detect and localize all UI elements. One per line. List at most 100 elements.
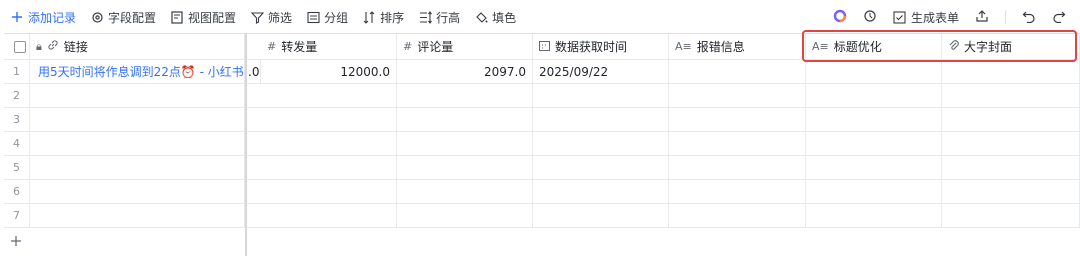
title-optimize-cell[interactable] [806,180,942,203]
form-icon [893,10,907,24]
title-optimize-cell[interactable] [806,108,942,131]
comments-cell[interactable] [397,204,533,227]
row-number: 3 [4,108,30,131]
comments-cell[interactable] [397,156,533,179]
error-info-cell[interactable] [669,180,806,203]
table-row[interactable]: 1 用5天时间将作息调到22点⏰ - 小红书 .0 12000.0 2097.0… [4,60,1080,84]
link-cell[interactable] [30,156,245,179]
error-info-cell[interactable] [669,84,806,107]
link-cell[interactable] [30,180,245,203]
view-config-icon [170,10,184,24]
title-optimize-cell[interactable] [806,60,942,83]
toolbar: 添加记录 字段配置 视图配置 筛选 分组 排序 行高 填色 生成表单 [0,0,1080,34]
table-row[interactable]: 4 [4,132,1080,156]
view-config-button[interactable]: 视图配置 [170,9,236,26]
big-cover-cell[interactable] [942,84,1080,107]
table-row[interactable]: 3 [4,108,1080,132]
repost-cell[interactable] [261,84,397,107]
attachment-icon [948,39,959,54]
field-config-button[interactable]: 字段配置 [90,9,156,26]
error-info-cell[interactable] [669,60,806,83]
link-cell[interactable]: 用5天时间将作息调到22点⏰ - 小红书 [30,60,245,83]
header-link[interactable]: 🔒︎ 链接 [30,34,245,59]
history-icon[interactable] [863,9,877,26]
comments-cell[interactable] [397,84,533,107]
row-number: 7 [4,204,30,227]
data-grid: 🔒︎ 链接 # 转发量 # 评论量 数据获取时间 A≡ 报错信息 A≡ 标题优化… [4,33,1080,256]
date-cell[interactable] [533,132,669,155]
filter-button[interactable]: 筛选 [250,9,292,26]
error-info-cell[interactable] [669,156,806,179]
link-cell[interactable] [30,132,245,155]
date-cell[interactable] [533,108,669,131]
ai-assistant-icon[interactable] [833,9,847,26]
generate-form-button[interactable]: 生成表单 [893,9,959,26]
add-row-button[interactable] [4,229,1080,253]
error-info-cell[interactable] [669,108,806,131]
title-optimize-cell[interactable] [806,132,942,155]
comments-cell[interactable] [397,108,533,131]
table-row[interactable]: 5 [4,156,1080,180]
header-big-cover[interactable]: 大字封面 [942,34,1080,59]
error-info-cell[interactable] [669,132,806,155]
header-error-info[interactable]: A≡ 报错信息 [669,34,806,59]
plus-icon [10,10,24,24]
text-field-icon: A≡ [812,40,829,53]
sort-button[interactable]: 排序 [362,9,404,26]
table-row[interactable]: 6 [4,180,1080,204]
fill-color-button[interactable]: 填色 [474,9,516,26]
row-height-button[interactable]: 行高 [418,9,460,26]
select-all-cell[interactable] [4,34,30,59]
link-cell[interactable] [30,204,245,227]
header-data-time[interactable]: 数据获取时间 [533,34,669,59]
link-cell[interactable] [30,84,245,107]
comments-cell[interactable] [397,132,533,155]
date-cell[interactable] [533,84,669,107]
comments-cell[interactable]: 2097.0 [397,60,533,83]
big-cover-cell[interactable] [942,204,1080,227]
row-number: 2 [4,84,30,107]
repost-cell[interactable] [261,204,397,227]
repost-cell[interactable] [261,132,397,155]
text-field-icon: A≡ [675,40,692,53]
header-repost[interactable]: # 转发量 [261,34,397,59]
filter-icon [250,10,264,24]
header-comments[interactable]: # 评论量 [397,34,533,59]
date-cell[interactable] [533,156,669,179]
table-row[interactable]: 7 [4,204,1080,228]
select-all-checkbox[interactable] [13,40,26,53]
repost-cell[interactable] [261,180,397,203]
number-icon: # [267,40,277,53]
frozen-column-divider[interactable] [245,34,247,256]
header-title-optimize[interactable]: A≡ 标题优化 [806,34,942,59]
big-cover-cell[interactable] [942,132,1080,155]
big-cover-cell[interactable] [942,180,1080,203]
link-cell[interactable] [30,108,245,131]
date-cell[interactable] [533,180,669,203]
title-optimize-cell[interactable] [806,204,942,227]
number-icon: # [403,40,413,53]
table-row[interactable]: 2 [4,84,1080,108]
share-icon[interactable] [975,9,989,26]
repost-cell[interactable]: 12000.0 [261,60,397,83]
repost-cell[interactable] [261,108,397,131]
error-info-cell[interactable] [669,204,806,227]
date-cell[interactable]: 2025/09/22 [533,60,669,83]
big-cover-cell[interactable] [942,156,1080,179]
title-optimize-cell[interactable] [806,84,942,107]
big-cover-cell[interactable] [942,60,1080,83]
redo-icon[interactable] [1052,9,1066,26]
big-cover-cell[interactable] [942,108,1080,131]
date-cell[interactable] [533,204,669,227]
calendar-icon [539,40,550,54]
comments-cell[interactable] [397,180,533,203]
header-row: 🔒︎ 链接 # 转发量 # 评论量 数据获取时间 A≡ 报错信息 A≡ 标题优化… [4,34,1080,60]
lock-icon: 🔒︎ [36,39,42,53]
title-optimize-cell[interactable] [806,156,942,179]
undo-icon[interactable] [1022,9,1036,26]
repost-cell[interactable] [261,156,397,179]
group-button[interactable]: 分组 [306,9,348,26]
partial-cell[interactable]: .0 [245,60,261,83]
add-record-button[interactable]: 添加记录 [10,9,76,26]
row-number: 4 [4,132,30,155]
